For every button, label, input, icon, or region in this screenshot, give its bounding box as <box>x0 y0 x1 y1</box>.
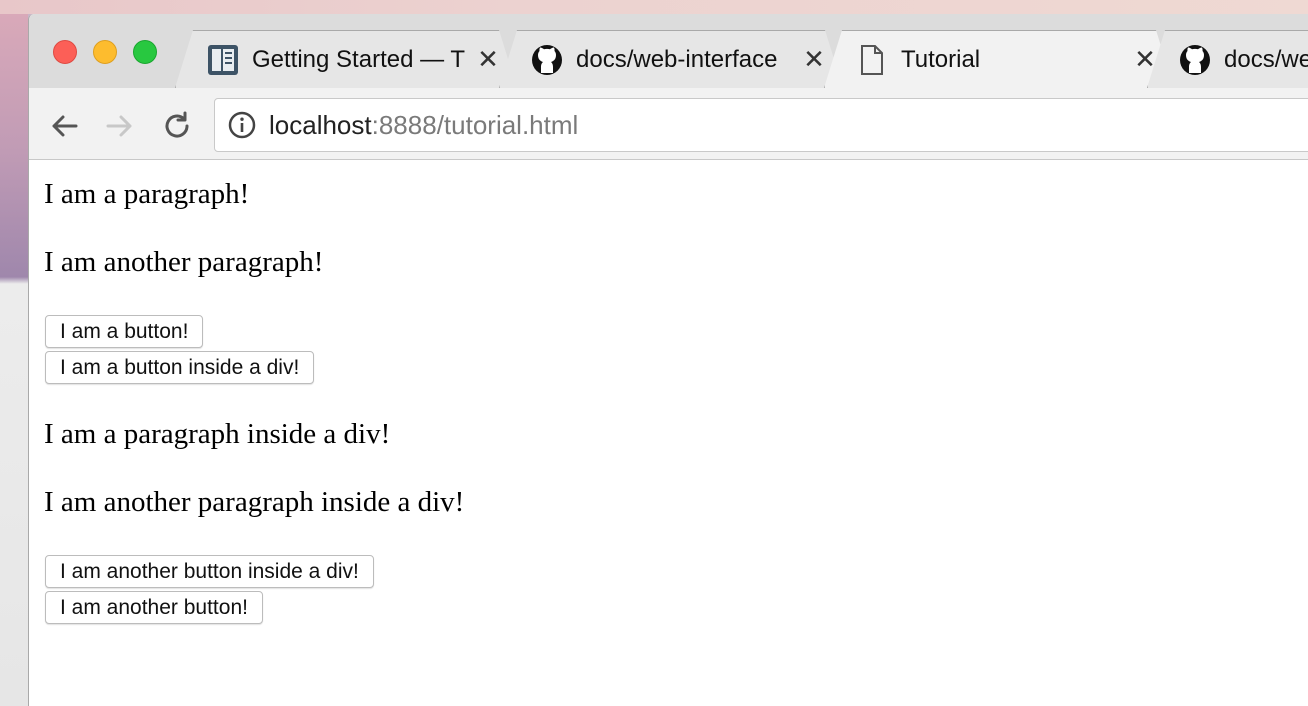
back-arrow-icon <box>52 115 78 137</box>
tab-github-docs[interactable]: docs/web-interface ✕ <box>499 30 843 88</box>
paragraph-inside-div: I am a paragraph inside a div! <box>44 418 391 450</box>
tab-tutorial[interactable]: Tutorial ✕ <box>824 30 1174 88</box>
tab-title: docs/web-interface <box>576 45 778 73</box>
tab-title: Tutorial <box>901 45 981 73</box>
browser-toolbar: localhost:8888/tutorial.html <box>29 88 1308 160</box>
close-tab-icon[interactable]: ✕ <box>802 44 826 75</box>
document-icon <box>855 43 889 77</box>
github-icon <box>1178 43 1212 77</box>
paragraph: I am a paragraph! <box>44 178 250 210</box>
button-2-inside-div[interactable]: I am a button inside a div! <box>45 351 315 384</box>
page-content: I am a paragraph! I am another paragraph… <box>29 161 1308 706</box>
address-bar[interactable]: localhost:8888/tutorial.html <box>214 98 1308 152</box>
button-1[interactable]: I am a button! <box>45 315 204 348</box>
forward-arrow-icon <box>106 115 132 137</box>
tab-strip: Getting Started — T ✕ docs/web-interface… <box>29 14 1308 88</box>
close-window-button[interactable] <box>53 40 77 64</box>
reload-icon <box>165 111 189 138</box>
desktop-background-strip <box>0 0 1308 14</box>
button-3-inside-div[interactable]: I am another button inside a div! <box>45 555 374 588</box>
maximize-window-button[interactable] <box>133 40 157 64</box>
book-icon <box>206 43 240 77</box>
info-icon[interactable] <box>227 110 257 140</box>
url-text[interactable]: localhost:8888/tutorial.html <box>269 110 578 141</box>
url-host: localhost <box>269 109 372 140</box>
github-icon <box>530 43 564 77</box>
back-button[interactable] <box>46 108 82 144</box>
tab-title: docs/we <box>1224 45 1308 73</box>
paragraph-inside-div: I am another paragraph inside a div! <box>44 486 465 518</box>
url-path: :8888/tutorial.html <box>371 109 579 140</box>
close-tab-icon[interactable]: ✕ <box>476 44 500 75</box>
forward-button[interactable] <box>102 108 138 144</box>
browser-window: Getting Started — T ✕ docs/web-interface… <box>28 14 1308 706</box>
tab-github-docs-2[interactable]: docs/we <box>1147 30 1308 88</box>
reload-button[interactable] <box>159 108 195 144</box>
background-window-sliver <box>0 14 28 706</box>
tab-title: Getting Started — T <box>252 45 465 73</box>
tab-getting-started[interactable]: Getting Started — T ✕ <box>175 30 517 88</box>
button-4[interactable]: I am another button! <box>45 591 263 624</box>
minimize-window-button[interactable] <box>93 40 117 64</box>
paragraph: I am another paragraph! <box>44 246 324 278</box>
